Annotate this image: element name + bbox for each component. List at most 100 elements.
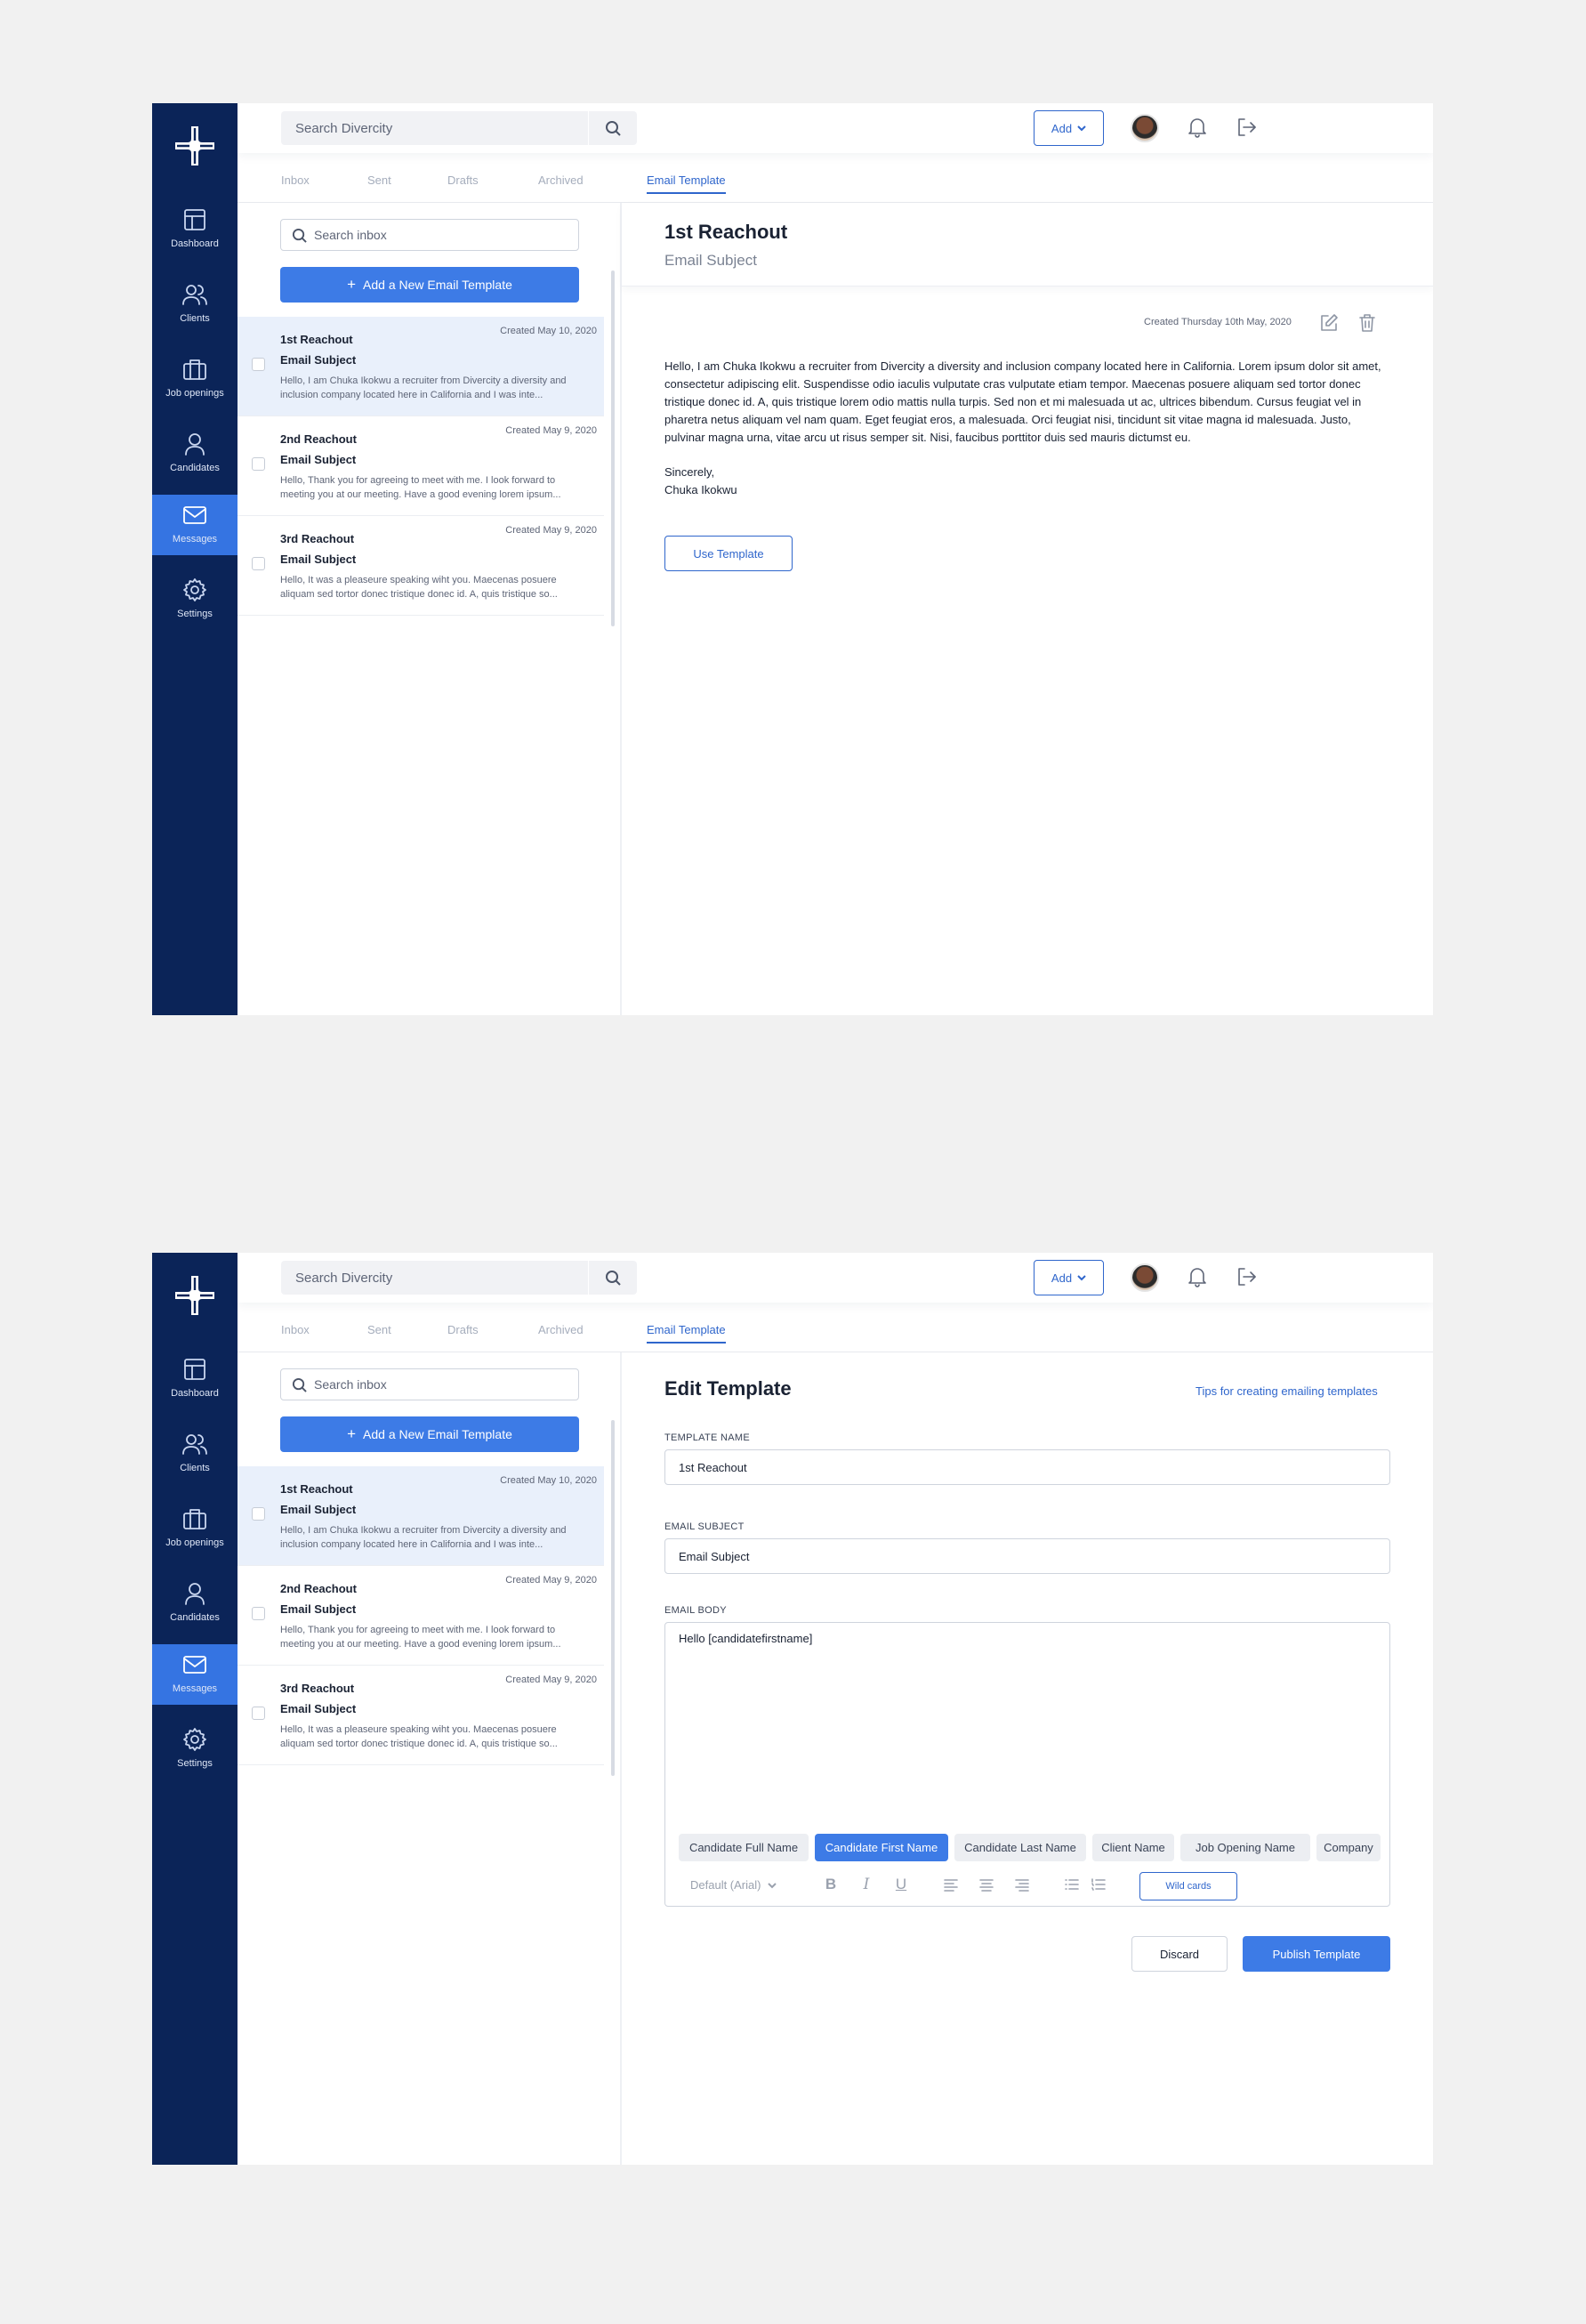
- tab-drafts[interactable]: Drafts: [447, 1323, 479, 1342]
- tab-inbox[interactable]: Inbox: [281, 1323, 310, 1342]
- list-item-title: 3rd Reachout: [280, 532, 355, 545]
- add-new-template-button[interactable]: + Add a New Email Template: [280, 1416, 579, 1452]
- global-search-input[interactable]: Search Divercity: [281, 1271, 588, 1286]
- list-item-checkbox[interactable]: [252, 358, 265, 371]
- nav-clients[interactable]: Clients: [152, 1424, 237, 1484]
- tab-sent[interactable]: Sent: [367, 1323, 391, 1342]
- nav-candidates[interactable]: Candidates: [152, 424, 237, 484]
- nav-messages[interactable]: Messages: [152, 495, 237, 555]
- list-item[interactable]: Created May 10, 2020 1st Reachout Email …: [237, 317, 604, 416]
- italic-button[interactable]: I: [856, 1874, 877, 1895]
- plus-icon: +: [347, 276, 357, 293]
- avatar[interactable]: [1131, 1263, 1159, 1292]
- use-template-button[interactable]: Use Template: [664, 536, 793, 571]
- notifications-button[interactable]: [1186, 1265, 1209, 1288]
- topbar: Search Divercity Add: [237, 103, 1433, 153]
- tab-archived[interactable]: Archived: [538, 1323, 584, 1342]
- list-item-checkbox[interactable]: [252, 557, 265, 570]
- list-item[interactable]: Created May 9, 2020 3rd Reachout Email S…: [237, 516, 604, 616]
- wildcard-chip[interactable]: Candidate Full Name: [679, 1834, 809, 1861]
- nav-clients[interactable]: Clients: [152, 274, 237, 335]
- add-new-template-label: Add a New Email Template: [363, 1427, 512, 1441]
- list-item-checkbox[interactable]: [252, 457, 265, 471]
- wild-cards-button[interactable]: Wild cards: [1139, 1872, 1237, 1900]
- nav-settings[interactable]: Settings: [152, 1719, 237, 1779]
- bold-button[interactable]: B: [820, 1874, 841, 1895]
- wildcard-chip[interactable]: Job Opening Name: [1180, 1834, 1310, 1861]
- global-search[interactable]: Search Divercity: [281, 1261, 637, 1295]
- list-item-subject: Email Subject: [280, 453, 357, 466]
- divercity-logo-icon[interactable]: [173, 1274, 216, 1317]
- delete-button[interactable]: [1357, 313, 1377, 333]
- inbox-search-input[interactable]: Search inbox: [314, 1377, 387, 1392]
- add-button[interactable]: Add: [1034, 1260, 1104, 1295]
- list-item[interactable]: Created May 10, 2020 1st Reachout Email …: [237, 1466, 604, 1566]
- publish-template-button[interactable]: Publish Template: [1243, 1936, 1390, 1972]
- divercity-logo-icon[interactable]: [173, 125, 216, 167]
- logout-icon: [1238, 118, 1256, 136]
- email-body-field[interactable]: Hello [candidatefirstname]: [679, 1632, 812, 1645]
- user-icon: [185, 433, 205, 456]
- tab-drafts[interactable]: Drafts: [447, 173, 479, 192]
- tab-email-template[interactable]: Email Template: [647, 1323, 726, 1344]
- list-item[interactable]: Created May 9, 2020 3rd Reachout Email S…: [237, 1666, 604, 1765]
- bell-icon: [1188, 1268, 1206, 1287]
- list-item-date: Created May 9, 2020: [505, 425, 597, 436]
- add-new-template-button[interactable]: + Add a New Email Template: [280, 267, 579, 303]
- avatar[interactable]: [1131, 114, 1159, 142]
- notifications-button[interactable]: [1186, 116, 1209, 139]
- numbered-list-button[interactable]: [1088, 1874, 1109, 1895]
- list-scrollbar[interactable]: [611, 1420, 615, 1776]
- list-item[interactable]: Created May 9, 2020 2nd Reachout Email S…: [237, 416, 604, 516]
- email-body-editor[interactable]: Hello [candidatefirstname] Candidate Ful…: [664, 1622, 1390, 1907]
- global-search-input[interactable]: Search Divercity: [281, 121, 588, 136]
- list-item-checkbox[interactable]: [252, 1507, 265, 1521]
- global-search[interactable]: Search Divercity: [281, 111, 637, 145]
- list-item-checkbox[interactable]: [252, 1607, 265, 1620]
- email-subject-field[interactable]: Email Subject: [664, 1538, 1390, 1574]
- nav-job-openings[interactable]: Job openings: [152, 1498, 237, 1559]
- add-button[interactable]: Add: [1034, 110, 1104, 146]
- underline-button[interactable]: U: [890, 1874, 912, 1895]
- inbox-search[interactable]: Search inbox: [280, 219, 579, 251]
- edit-button[interactable]: [1319, 313, 1339, 333]
- align-left-button[interactable]: [940, 1874, 962, 1895]
- tab-email-template[interactable]: Email Template: [647, 173, 726, 194]
- logout-button[interactable]: [1235, 1265, 1258, 1288]
- list-item-checkbox[interactable]: [252, 1707, 265, 1720]
- logout-button[interactable]: [1235, 116, 1258, 139]
- edit-icon: [1321, 314, 1338, 331]
- tab-inbox[interactable]: Inbox: [281, 173, 310, 192]
- inbox-search[interactable]: Search inbox: [280, 1368, 579, 1400]
- nav-dashboard[interactable]: Dashboard: [152, 1349, 237, 1409]
- nav-settings[interactable]: Settings: [152, 569, 237, 630]
- nav-messages[interactable]: Messages: [152, 1644, 237, 1705]
- sidebar: Dashboard Clients Job openings Candidate…: [152, 103, 237, 1015]
- nav-dashboard[interactable]: Dashboard: [152, 199, 237, 260]
- nav-candidates[interactable]: Candidates: [152, 1573, 237, 1634]
- template-signoff: Sincerely, Chuka Ikokwu: [664, 464, 737, 499]
- template-list: Search inbox + Add a New Email Template …: [237, 203, 622, 1015]
- search-button[interactable]: [588, 111, 637, 145]
- search-button[interactable]: [588, 1261, 637, 1295]
- tab-sent[interactable]: Sent: [367, 173, 391, 192]
- list-item[interactable]: Created May 9, 2020 2nd Reachout Email S…: [237, 1566, 604, 1666]
- wildcard-chip-active[interactable]: Candidate First Name: [815, 1834, 948, 1861]
- inbox-search-input[interactable]: Search inbox: [314, 228, 387, 242]
- nav-label: Messages: [172, 534, 218, 545]
- align-right-button[interactable]: [1011, 1874, 1033, 1895]
- tab-archived[interactable]: Archived: [538, 173, 584, 192]
- template-name-field[interactable]: 1st Reachout: [664, 1449, 1390, 1485]
- wildcard-chip[interactable]: Company: [1316, 1834, 1381, 1861]
- discard-button[interactable]: Discard: [1131, 1936, 1228, 1972]
- nav-job-openings[interactable]: Job openings: [152, 349, 237, 409]
- align-center-button[interactable]: [976, 1874, 997, 1895]
- wildcard-chip[interactable]: Client Name: [1092, 1834, 1174, 1861]
- wildcard-chip[interactable]: Candidate Last Name: [954, 1834, 1086, 1861]
- font-select[interactable]: Default (Arial): [690, 1878, 777, 1892]
- list-scrollbar[interactable]: [611, 270, 615, 626]
- nav-label: Settings: [177, 1758, 213, 1769]
- dashboard-icon: [184, 209, 205, 230]
- tips-link[interactable]: Tips for creating emailing templates: [1196, 1384, 1378, 1398]
- bullet-list-button[interactable]: [1061, 1874, 1083, 1895]
